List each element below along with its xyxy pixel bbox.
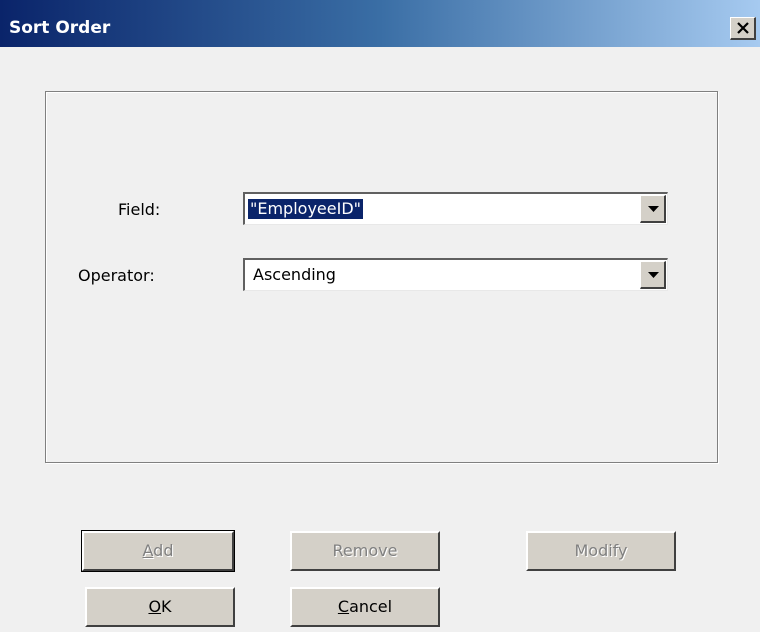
ok-button[interactable]: OK bbox=[85, 587, 235, 627]
add-button-label: dd bbox=[153, 541, 174, 560]
field-dropdown-button[interactable] bbox=[640, 195, 666, 223]
ok-button-label: K bbox=[161, 597, 172, 616]
field-combobox[interactable]: "EmployeeID" bbox=[243, 192, 668, 225]
operator-dropdown-button[interactable] bbox=[640, 261, 666, 289]
add-button-accelerator: A bbox=[142, 541, 154, 560]
remove-button[interactable]: Remove bbox=[290, 531, 440, 571]
remove-button-label: Remove bbox=[332, 541, 398, 560]
field-label: Field: bbox=[118, 200, 161, 219]
add-button[interactable]: Add bbox=[81, 530, 235, 572]
close-icon bbox=[737, 22, 749, 34]
field-combobox-value[interactable]: "EmployeeID" bbox=[248, 199, 363, 219]
cancel-button-accelerator: C bbox=[337, 597, 350, 616]
operator-label: Operator: bbox=[78, 266, 155, 285]
operator-combobox-value[interactable]: Ascending bbox=[251, 265, 338, 285]
chevron-down-icon bbox=[648, 206, 659, 212]
cancel-button-label: ancel bbox=[349, 597, 393, 616]
ok-button-accelerator: O bbox=[148, 597, 162, 616]
modify-button[interactable]: Modify bbox=[526, 531, 676, 571]
sort-order-dialog: Sort Order Field: "EmployeeID" Operator:… bbox=[0, 0, 760, 632]
chevron-down-icon bbox=[648, 272, 659, 278]
cancel-button[interactable]: Cancel bbox=[290, 587, 440, 627]
title-bar[interactable]: Sort Order bbox=[0, 0, 760, 47]
modify-button-label: Modify bbox=[574, 541, 628, 560]
close-button[interactable] bbox=[730, 17, 756, 40]
operator-combobox[interactable]: Ascending bbox=[243, 258, 668, 291]
dialog-title: Sort Order bbox=[9, 18, 111, 38]
